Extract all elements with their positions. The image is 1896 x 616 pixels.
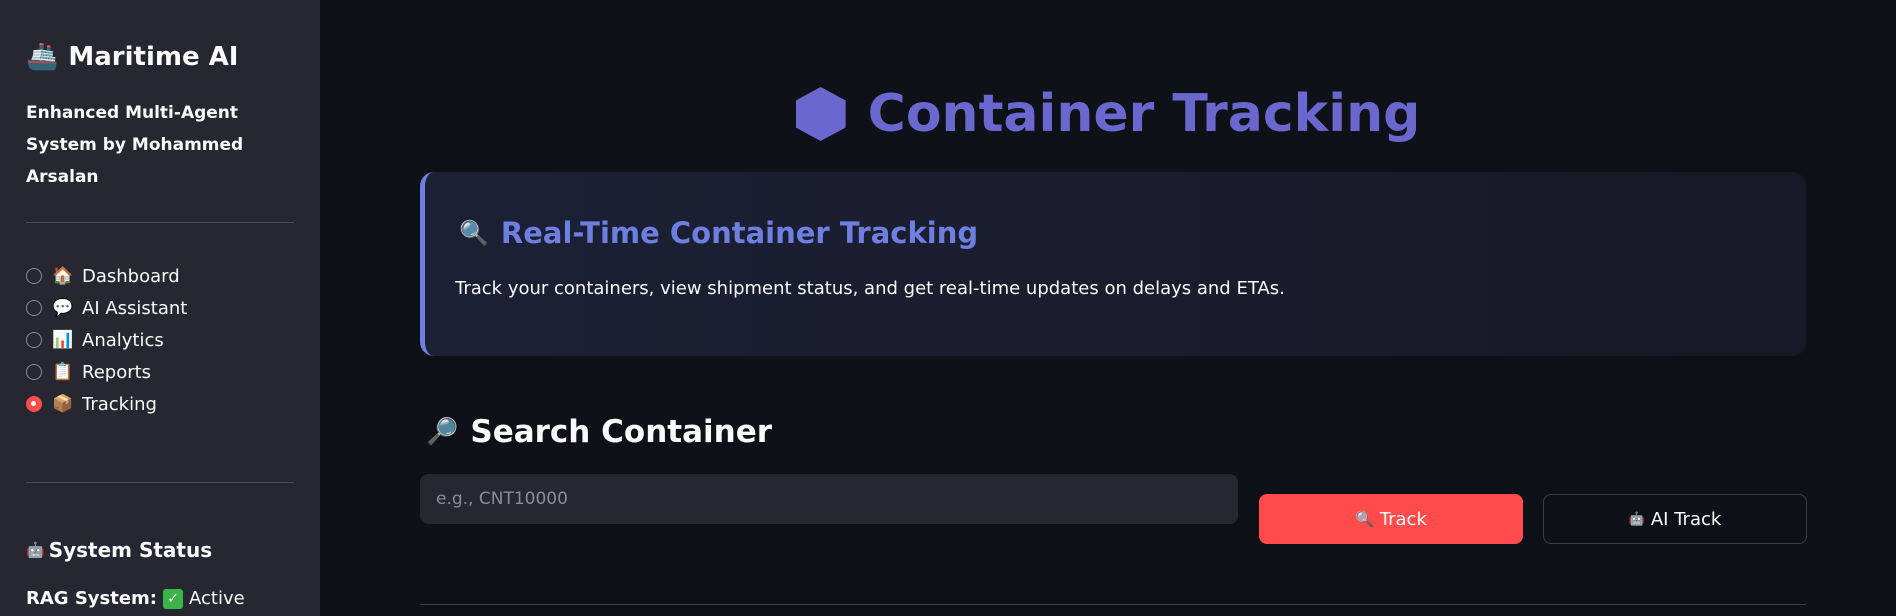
- brand-title: Maritime AI: [68, 42, 239, 72]
- nav-item-analytics[interactable]: 📊 Analytics: [26, 328, 187, 352]
- radio-tracking[interactable]: [26, 396, 42, 412]
- tagline: Enhanced Multi-Agent System by Mohammed …: [26, 103, 244, 187]
- magnifier-right-icon: 🔎: [426, 417, 459, 447]
- sidebar-divider-top: [26, 222, 294, 223]
- page-title: Container Tracking: [320, 84, 1896, 144]
- sidebar-divider-bottom: [26, 482, 294, 483]
- info-heading: 🔍 Real-Time Container Tracking: [459, 216, 978, 250]
- app: 🚢 Maritime AI Enhanced Multi-Agent Syste…: [0, 0, 1896, 616]
- nav-item-reports[interactable]: 📋 Reports: [26, 360, 187, 384]
- robot-icon: 🤖: [26, 541, 45, 559]
- main-divider: [420, 604, 1806, 605]
- ai-track-button-label: AI Track: [1650, 508, 1722, 530]
- ai-track-button[interactable]: 🤖 AI Track: [1543, 494, 1807, 544]
- search-heading: 🔎 Search Container: [426, 414, 772, 450]
- speech-bubble-icon: 💬: [52, 298, 74, 318]
- radio-reports[interactable]: [26, 364, 42, 380]
- search-heading-text: Search Container: [470, 414, 773, 450]
- package-icon: 📦: [52, 394, 74, 414]
- clipboard-icon: 📋: [52, 362, 74, 382]
- info-card: 🔍 Real-Time Container Tracking Track you…: [420, 172, 1806, 356]
- nav-label: Tracking: [82, 393, 157, 415]
- sidebar: 🚢 Maritime AI Enhanced Multi-Agent Syste…: [0, 0, 320, 616]
- bar-chart-icon: 📊: [52, 330, 74, 350]
- main-content: Container Tracking 🔍 Real-Time Container…: [320, 0, 1896, 616]
- rag-status-row: RAG System: ✓ Active: [26, 588, 245, 609]
- info-heading-text: Real-Time Container Tracking: [500, 216, 979, 250]
- nav-label: Dashboard: [82, 265, 180, 287]
- nav-radio-group: 🏠 Dashboard 💬 AI Assistant 📊 Analytics 📋…: [26, 264, 187, 416]
- track-button[interactable]: 🔍 Track: [1259, 494, 1523, 544]
- nav-item-ai-assistant[interactable]: 💬 AI Assistant: [26, 296, 187, 320]
- info-description: Track your containers, view shipment sta…: [455, 278, 1285, 299]
- nav-label: Reports: [82, 361, 152, 383]
- rag-label: RAG System:: [26, 588, 158, 609]
- container-search-input[interactable]: [420, 474, 1238, 524]
- page-title-text: Container Tracking: [867, 84, 1421, 144]
- nav-label: AI Assistant: [82, 297, 188, 319]
- hexagon-icon: [795, 87, 846, 141]
- radio-analytics[interactable]: [26, 332, 42, 348]
- robot-icon: 🤖: [1628, 511, 1645, 527]
- house-icon: 🏠: [52, 266, 74, 286]
- ship-icon: 🚢: [26, 42, 59, 72]
- nav-item-dashboard[interactable]: 🏠 Dashboard: [26, 264, 187, 288]
- system-status-heading: 🤖 System Status: [26, 538, 212, 562]
- track-button-label: Track: [1379, 508, 1427, 530]
- nav-label: Analytics: [82, 329, 164, 351]
- status-title-text: System Status: [48, 538, 213, 562]
- nav-item-tracking[interactable]: 📦 Tracking: [26, 392, 187, 416]
- brand: 🚢 Maritime AI: [26, 42, 238, 72]
- radio-dashboard[interactable]: [26, 268, 42, 284]
- radio-ai-assistant[interactable]: [26, 300, 42, 316]
- checkmark-icon: ✓: [163, 588, 184, 609]
- magnifier-icon: 🔍: [1355, 510, 1374, 528]
- rag-value: Active: [189, 588, 245, 609]
- magnifier-icon: 🔍: [459, 219, 489, 247]
